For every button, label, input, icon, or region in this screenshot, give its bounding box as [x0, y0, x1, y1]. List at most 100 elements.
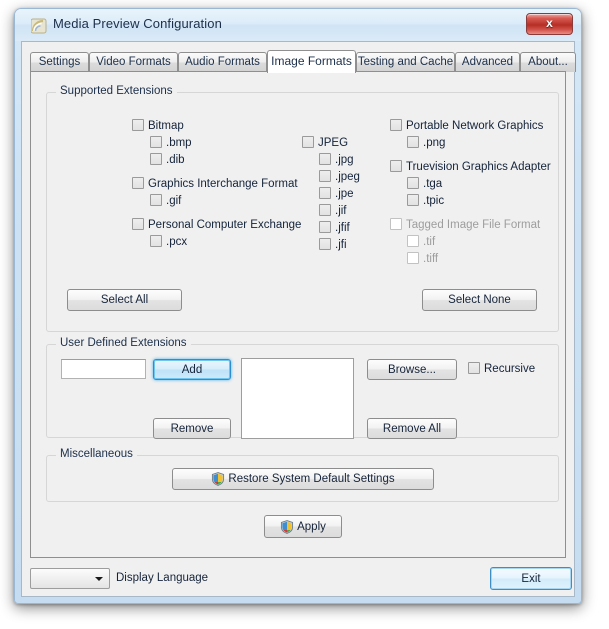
checkbox-box-icon — [390, 160, 402, 172]
restore-system-default-settings-button[interactable]: Restore System Default Settings — [172, 468, 434, 490]
tab-testing-and-cache[interactable]: Testing and Cache — [356, 52, 455, 72]
user-extension-input[interactable] — [61, 359, 146, 379]
checkbox-box-icon — [319, 238, 331, 250]
checkbox-jpeg[interactable]: JPEG — [302, 136, 348, 149]
checkbox-label: .dib — [166, 154, 185, 166]
checkbox-box-icon — [132, 119, 144, 131]
remove-all-button[interactable]: Remove All — [367, 418, 457, 439]
tab-strip: Settings Video Formats Audio Formats Ima… — [30, 50, 576, 73]
checkbox-label: Portable Network Graphics — [406, 120, 544, 132]
checkbox-box-icon — [319, 221, 331, 233]
group-user-defined-label: User Defined Extensions — [56, 337, 191, 349]
checkbox-jpeg-ext[interactable]: .jpeg — [319, 170, 360, 183]
browse-button[interactable]: Browse... — [367, 359, 457, 380]
media-preview-app-icon — [30, 18, 47, 34]
checkbox-box-icon — [319, 187, 331, 199]
title-bar: Media Preview Configuration x — [15, 9, 581, 41]
apply-button[interactable]: Apply — [264, 515, 342, 538]
remove-button[interactable]: Remove — [153, 418, 231, 439]
checkbox-label: .gif — [166, 195, 182, 207]
close-button[interactable]: x — [526, 13, 573, 35]
tab-about[interactable]: About... — [520, 52, 576, 72]
checkbox-jfif[interactable]: .jfif — [319, 221, 350, 234]
checkbox-label: Tagged Image File Format — [406, 219, 541, 231]
checkbox-box-icon — [407, 194, 419, 206]
group-supported-extensions-label: Supported Extensions — [56, 85, 177, 97]
checkbox-jfi[interactable]: .jfi — [319, 238, 347, 251]
apply-button-label: Apply — [297, 520, 326, 533]
checkbox-label: .jpe — [335, 188, 354, 200]
checkbox-box-icon — [468, 362, 480, 374]
checkbox-label: Bitmap — [148, 120, 184, 132]
select-none-button[interactable]: Select None — [422, 289, 537, 311]
checkbox-jif[interactable]: .jif — [319, 204, 347, 217]
checkbox-bitmap[interactable]: Bitmap — [132, 119, 184, 132]
checkbox-box-icon — [390, 119, 402, 131]
exit-button[interactable]: Exit — [490, 567, 572, 590]
tab-advanced[interactable]: Advanced — [455, 52, 520, 72]
checkbox-label: Graphics Interchange Format — [148, 178, 298, 190]
checkbox-box-icon — [150, 136, 162, 148]
checkbox-box-icon — [132, 218, 144, 230]
checkbox-box-icon — [150, 194, 162, 206]
dialog-client-area: Settings Video Formats Audio Formats Ima… — [21, 41, 576, 597]
close-icon: x — [546, 16, 553, 30]
checkbox-label: .jfif — [335, 222, 350, 234]
select-all-button[interactable]: Select All — [67, 289, 182, 311]
checkbox-label: .bmp — [166, 137, 192, 149]
checkbox-box-icon — [390, 218, 402, 230]
group-supported-extensions: Supported Extensions Bitmap .bmp .dib Gr… — [46, 85, 559, 332]
checkbox-jpg[interactable]: .jpg — [319, 153, 354, 166]
checkbox-tiff: .tiff — [407, 252, 438, 265]
display-language-label: Display Language — [116, 572, 209, 584]
tab-audio-formats[interactable]: Audio Formats — [178, 52, 267, 72]
checkbox-label: .tif — [423, 236, 436, 248]
checkbox-bmp[interactable]: .bmp — [150, 136, 192, 149]
checkbox-label: .png — [423, 137, 446, 149]
checkbox-box-icon — [407, 177, 419, 189]
dialog-window: Media Preview Configuration x Settings V… — [14, 8, 582, 604]
checkbox-box-icon — [132, 177, 144, 189]
checkbox-label: .jif — [335, 205, 347, 217]
checkbox-box-icon — [150, 153, 162, 165]
tab-video-formats[interactable]: Video Formats — [89, 52, 178, 72]
checkbox-box-icon — [150, 235, 162, 247]
checkbox-recursive[interactable]: Recursive — [468, 362, 535, 375]
checkbox-box-icon — [407, 235, 419, 247]
checkbox-label: .pcx — [166, 236, 188, 248]
checkbox-label: .tiff — [423, 253, 439, 265]
group-miscellaneous: Miscellaneous Restore System Default Set… — [46, 448, 559, 502]
checkbox-tga[interactable]: .tga — [407, 177, 442, 190]
checkbox-gif[interactable]: .gif — [150, 194, 181, 207]
display-language-dropdown[interactable] — [30, 568, 110, 589]
tab-page-image-formats: Supported Extensions Bitmap .bmp .dib Gr… — [30, 71, 566, 558]
checkbox-personal-computer-exchange[interactable]: Personal Computer Exchange — [132, 218, 301, 231]
checkbox-dib[interactable]: .dib — [150, 153, 185, 166]
checkbox-pcx[interactable]: .pcx — [150, 235, 187, 248]
user-extensions-listbox[interactable] — [241, 358, 354, 439]
checkbox-label: .tga — [423, 178, 443, 190]
group-miscellaneous-label: Miscellaneous — [56, 448, 137, 460]
chevron-down-icon — [95, 576, 103, 581]
checkbox-label: .jpeg — [335, 171, 360, 183]
checkbox-label: .jpg — [335, 154, 354, 166]
checkbox-png[interactable]: .png — [407, 136, 445, 149]
checkbox-tif: .tif — [407, 235, 435, 248]
checkbox-graphics-interchange-format[interactable]: Graphics Interchange Format — [132, 177, 298, 190]
checkbox-box-icon — [319, 204, 331, 216]
checkbox-label: .jfi — [335, 239, 347, 251]
checkbox-label: Personal Computer Exchange — [148, 219, 302, 231]
checkbox-label: JPEG — [318, 137, 349, 149]
restore-button-label: Restore System Default Settings — [228, 473, 395, 485]
checkbox-box-icon — [407, 252, 419, 264]
group-user-defined-extensions: User Defined Extensions Add Remove Brows… — [46, 337, 559, 439]
tab-settings[interactable]: Settings — [30, 52, 89, 72]
checkbox-box-icon — [407, 136, 419, 148]
checkbox-jpe[interactable]: .jpe — [319, 187, 354, 200]
checkbox-label: .tpic — [423, 195, 445, 207]
checkbox-tpic[interactable]: .tpic — [407, 194, 444, 207]
add-button[interactable]: Add — [153, 359, 231, 380]
tab-image-formats[interactable]: Image Formats — [267, 50, 356, 73]
checkbox-truevision-graphics-adapter[interactable]: Truevision Graphics Adapter — [390, 160, 551, 173]
checkbox-portable-network-graphics[interactable]: Portable Network Graphics — [390, 119, 543, 132]
